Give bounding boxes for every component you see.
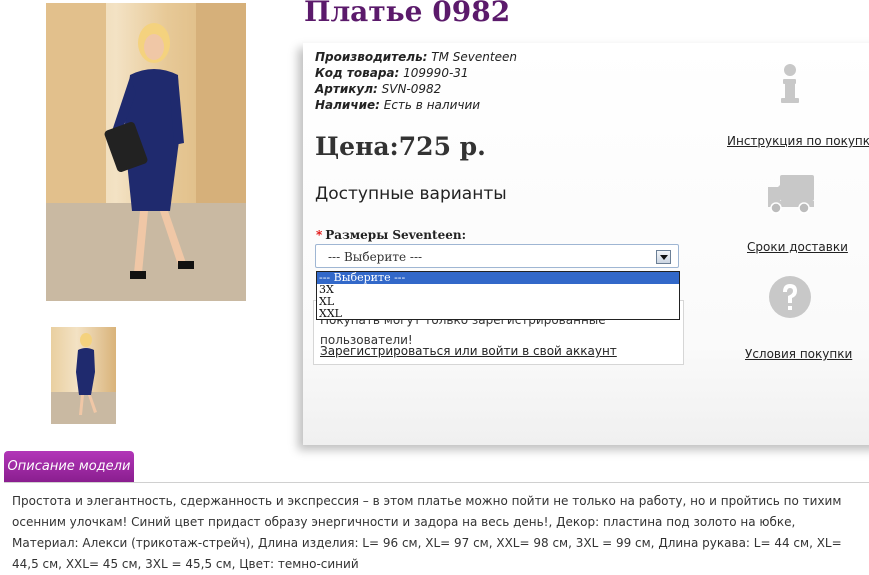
- meta-availability: Наличие: Есть в наличии: [315, 97, 517, 113]
- product-main-photo[interactable]: [46, 3, 246, 301]
- register-login-link[interactable]: Зарегистрироваться или войти в свой акка…: [320, 344, 617, 358]
- description-divider: [4, 482, 869, 483]
- meta-label: Наличие:: [315, 98, 380, 112]
- variants-heading: Доступные варианты: [315, 184, 507, 204]
- product-meta: Производитель: TM Seventeen Код товара: …: [315, 49, 517, 113]
- meta-label: Код товара:: [315, 66, 400, 80]
- truck-icon[interactable]: [766, 171, 816, 219]
- size-dropdown-list: --- Выберите --- 3X XL XXL: [316, 271, 680, 320]
- model-photo-illustration: [46, 3, 246, 301]
- meta-value: SVN-0982: [381, 82, 442, 96]
- product-price: Цена:725 р.: [315, 132, 486, 161]
- size-option[interactable]: XL: [317, 296, 679, 308]
- product-title: Платье 0982: [304, 0, 511, 28]
- purchase-instructions-link[interactable]: Инструкция по покупке: [727, 134, 869, 148]
- size-select-label: * Размеры Seventeen:: [316, 228, 466, 242]
- meta-label: Производитель:: [315, 50, 428, 64]
- tab-description[interactable]: Описание модели: [4, 451, 134, 482]
- meta-label: Артикул:: [315, 82, 378, 96]
- size-select-value: --- Выберите ---: [328, 250, 423, 264]
- meta-manufacturer: Производитель: TM Seventeen: [315, 49, 517, 65]
- description-text: Простота и элегантность, сдержанность и …: [12, 494, 842, 571]
- meta-value: 109990-31: [403, 66, 469, 80]
- meta-value: Есть в наличии: [383, 98, 481, 112]
- meta-product-code: Код товара: 109990-31: [315, 65, 517, 81]
- size-option[interactable]: --- Выберите ---: [317, 272, 679, 284]
- question-icon[interactable]: [765, 273, 815, 321]
- thumbnail-illustration: [51, 333, 116, 424]
- size-option[interactable]: XXL: [317, 308, 679, 320]
- size-label-text: Размеры Seventeen:: [325, 228, 466, 242]
- meta-article: Артикул: SVN-0982: [315, 81, 517, 97]
- required-mark: *: [316, 228, 323, 242]
- size-select[interactable]: --- Выберите ---: [315, 244, 679, 268]
- product-thumbnail[interactable]: [51, 327, 116, 424]
- info-icon[interactable]: [765, 60, 815, 108]
- meta-value: TM Seventeen: [431, 50, 517, 64]
- size-option[interactable]: 3X: [317, 284, 679, 296]
- purchase-conditions-link[interactable]: Условия покупки: [745, 347, 852, 361]
- delivery-terms-link[interactable]: Сроки доставки: [747, 240, 848, 254]
- chevron-down-icon[interactable]: [656, 250, 671, 264]
